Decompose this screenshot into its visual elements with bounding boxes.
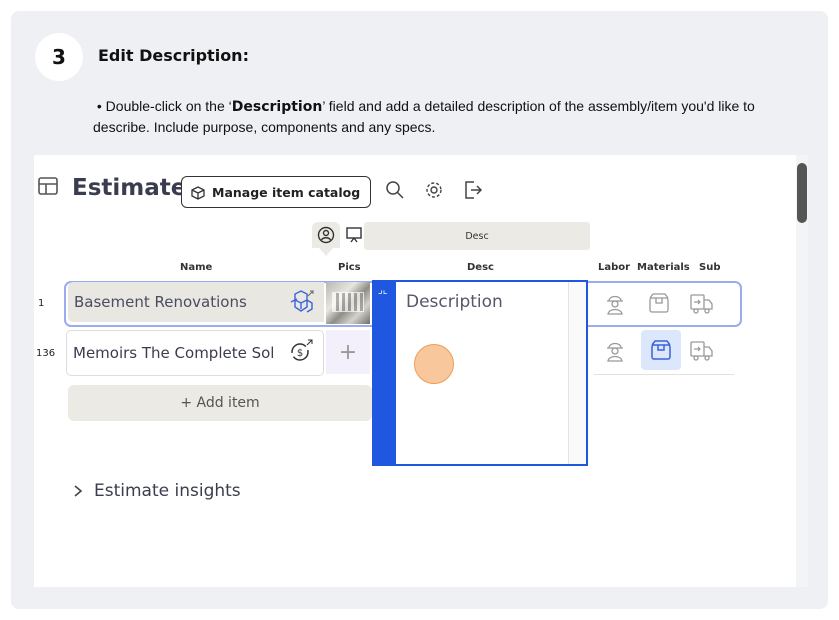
collapse-icon[interactable]: ⌟⌞ [378, 285, 387, 296]
dollar-cycle-icon[interactable]: $ [288, 338, 314, 364]
catalog-box-icon [191, 186, 205, 200]
column-header-materials[interactable]: Materials [637, 262, 690, 273]
manage-item-catalog-label: Manage item catalog [212, 184, 361, 200]
desc-column-group: Desc [364, 222, 590, 250]
column-header-labor[interactable]: Labor [598, 262, 630, 273]
svg-text:$: $ [297, 348, 303, 359]
worker-icon[interactable] [602, 337, 628, 363]
box-icon[interactable] [646, 290, 672, 316]
item-photo-thumbnail[interactable] [326, 282, 370, 324]
page-scrollbar[interactable] [796, 155, 808, 587]
scrollbar-thumb[interactable] [797, 163, 807, 223]
add-item-button[interactable]: + Add item [68, 385, 372, 421]
table-row-name-cell[interactable]: Memoirs The Complete Sol [66, 330, 324, 376]
row-number: 1 [38, 298, 45, 309]
page-title: Estimate [72, 175, 187, 201]
click-indicator [414, 344, 454, 384]
truck-icon[interactable] [688, 290, 714, 316]
person-icon [317, 226, 335, 244]
description-editor[interactable]: ⌟⌞ Description [372, 280, 588, 466]
manage-item-catalog-button[interactable]: Manage item catalog [181, 176, 372, 208]
truck-icon[interactable] [688, 337, 714, 363]
column-header-sub[interactable]: Sub [699, 262, 720, 273]
worker-icon[interactable] [602, 290, 628, 316]
table-row-name-cell[interactable]: Basement Renovations [68, 282, 324, 322]
item-name: Basement Renovations [74, 293, 247, 311]
row-number: 136 [36, 348, 56, 359]
table-icon [38, 177, 58, 195]
export-icon[interactable] [462, 179, 484, 201]
search-icon[interactable] [384, 179, 406, 201]
step-title: Edit Description: [98, 46, 249, 65]
estimate-insights-label: Estimate insights [94, 481, 241, 501]
row-divider [594, 374, 734, 375]
box-icon[interactable] [648, 337, 674, 363]
chevron-right-icon [74, 485, 83, 497]
column-header-name[interactable]: Name [180, 262, 212, 273]
add-photo-button[interactable]: + [326, 330, 370, 374]
gear-icon[interactable] [423, 179, 445, 201]
editor-side-bar: ⌟⌞ [374, 282, 396, 464]
editor-scrollbar[interactable] [568, 282, 586, 464]
step-instruction: • Double-click on the ‘Description’ fiel… [93, 98, 755, 135]
presentation-icon [346, 227, 362, 243]
item-name: Memoirs The Complete Sol [73, 344, 275, 362]
column-header-desc[interactable]: Desc [467, 262, 494, 273]
instruction-highlight: Description [231, 99, 323, 115]
person-view-toggle[interactable] [312, 222, 340, 256]
column-header-pics[interactable]: Pics [338, 262, 361, 273]
estimate-insights-toggle[interactable]: Estimate insights [72, 481, 241, 501]
cubes-icon[interactable] [288, 289, 314, 315]
description-placeholder[interactable]: Description [406, 292, 503, 312]
step-number-badge: 3 [35, 33, 83, 81]
